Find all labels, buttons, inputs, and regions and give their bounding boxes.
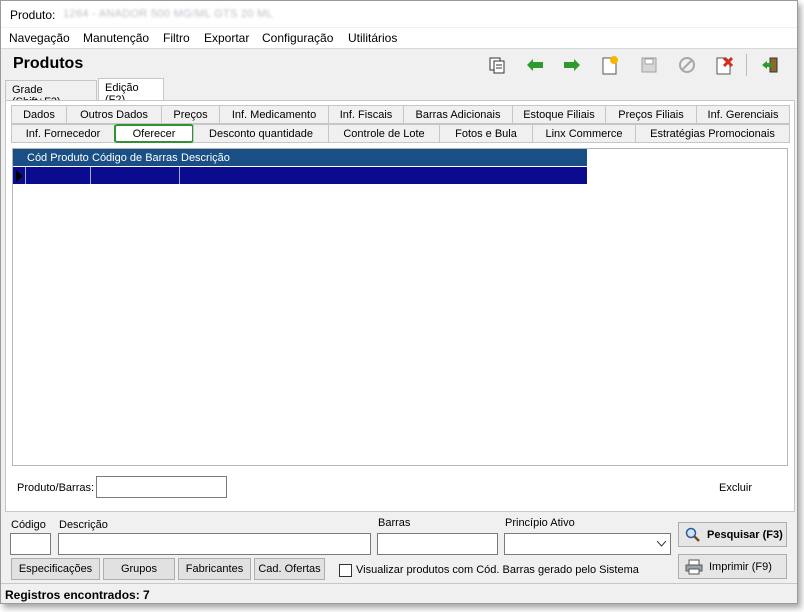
menu-exportar[interactable]: Exportar xyxy=(204,31,249,45)
toolbar-separator xyxy=(746,54,747,76)
column-header-cod-produto[interactable]: Cód Produto xyxy=(27,152,89,164)
menu-filtro[interactable]: Filtro xyxy=(163,31,190,45)
excluir-button[interactable]: Excluir xyxy=(719,482,752,494)
especificacoes-button[interactable]: Especificações xyxy=(11,558,100,580)
barcode-system-label: Visualizar produtos com Cód. Barras gera… xyxy=(356,564,639,576)
tab-inf-medicamento[interactable]: Inf. Medicamento xyxy=(219,105,329,124)
delete-icon[interactable] xyxy=(713,54,735,76)
copy-icon[interactable] xyxy=(486,54,508,76)
cell-divider xyxy=(179,167,180,184)
produto-barras-label: Produto/Barras: xyxy=(17,482,95,494)
menu-manutencao[interactable]: Manutenção xyxy=(83,31,149,45)
cancel-icon[interactable] xyxy=(676,54,698,76)
grid-header: Cód Produto Código de Barras Descrição xyxy=(13,149,587,166)
status-bar: Registros encontrados: 7 xyxy=(1,583,797,603)
pesquisar-button[interactable]: Pesquisar (F3) xyxy=(678,522,787,547)
tab-inf-gerenciais[interactable]: Inf. Gerenciais xyxy=(696,105,790,124)
tab-edicao[interactable]: Edição (F2) xyxy=(98,78,164,106)
save-icon[interactable] xyxy=(638,54,660,76)
cell-divider xyxy=(25,167,26,184)
product-label: Produto: xyxy=(10,8,56,22)
tab-estoque-filiais[interactable]: Estoque Filiais xyxy=(512,105,606,124)
codigo-label: Código xyxy=(11,519,46,531)
menu-configuracao[interactable]: Configuração xyxy=(262,31,333,45)
tab-oferecer[interactable]: Oferecer xyxy=(114,124,194,143)
printer-icon xyxy=(685,559,703,574)
page-title: Produtos xyxy=(13,55,84,72)
header-bar: Produtos xyxy=(1,48,797,79)
main-window: Produto: 1264 - ANADOR 500 MG/ML GTS 20 … xyxy=(0,0,798,604)
arrow-right-icon[interactable] xyxy=(561,54,583,76)
cell-divider xyxy=(90,167,91,184)
imprimir-label: Imprimir (F9) xyxy=(709,560,772,573)
pesquisar-label: Pesquisar (F3) xyxy=(707,528,783,541)
tab-dados[interactable]: Dados xyxy=(11,105,67,124)
tab-grade[interactable]: Grade (Shift+F3) xyxy=(5,80,97,108)
tab-inf-fornecedor[interactable]: Inf. Fornecedor xyxy=(11,124,115,143)
table-row[interactable] xyxy=(13,167,587,184)
barras-label: Barras xyxy=(378,517,411,529)
new-icon[interactable] xyxy=(599,54,621,76)
descricao-input[interactable] xyxy=(58,533,371,555)
product-value: 1264 - ANADOR 500 MG/ML GTS 20 ML xyxy=(63,8,274,20)
imprimir-button[interactable]: Imprimir (F9) xyxy=(678,554,787,579)
tab-controle-de-lote[interactable]: Controle de Lote xyxy=(328,124,440,143)
tab-precos-filiais[interactable]: Preços Filiais xyxy=(605,105,697,124)
tab-barras-adicionais[interactable]: Barras Adicionais xyxy=(403,105,513,124)
tab-inf-fiscais[interactable]: Inf. Fiscais xyxy=(328,105,404,124)
tab-fotos-e-bula[interactable]: Fotos e Bula xyxy=(439,124,533,143)
tab-outros-dados[interactable]: Outros Dados xyxy=(66,105,162,124)
title-bar: Produto: 1264 - ANADOR 500 MG/ML GTS 20 … xyxy=(1,1,797,27)
column-header-codigo-barras[interactable]: Código de Barras xyxy=(92,152,178,164)
tab-linx-commerce[interactable]: Linx Commerce xyxy=(532,124,636,143)
descricao-label: Descrição xyxy=(59,519,108,531)
menu-utilitarios[interactable]: Utilitários xyxy=(348,31,397,45)
tab-desconto-quantidade[interactable]: Desconto quantidade xyxy=(193,124,329,143)
exit-icon[interactable] xyxy=(759,54,781,76)
chevron-down-icon xyxy=(657,541,666,547)
tab-estrategias-promocionais[interactable]: Estratégias Promocionais xyxy=(635,124,790,143)
search-icon xyxy=(685,527,700,542)
arrow-left-icon[interactable] xyxy=(524,54,546,76)
barcode-system-checkbox[interactable] xyxy=(339,564,352,577)
row-indicator-icon xyxy=(16,170,23,182)
cad-ofertas-button[interactable]: Cad. Ofertas xyxy=(254,558,325,580)
tab-precos[interactable]: Preços xyxy=(161,105,220,124)
menu-navegacao[interactable]: Navegação xyxy=(9,31,70,45)
status-text: Registros encontrados: 7 xyxy=(5,588,150,602)
fabricantes-button[interactable]: Fabricantes xyxy=(178,558,251,580)
produto-barras-input[interactable] xyxy=(96,476,227,498)
barras-input[interactable] xyxy=(377,533,498,555)
offer-grid[interactable]: Cód Produto Código de Barras Descrição xyxy=(12,148,788,466)
edit-panel: Dados Outros Dados Preços Inf. Medicamen… xyxy=(5,100,795,512)
codigo-input[interactable] xyxy=(10,533,51,555)
menu-bar: Navegação Manutenção Filtro Exportar Con… xyxy=(1,28,797,48)
principio-ativo-select[interactable] xyxy=(504,533,671,555)
column-header-descricao[interactable]: Descrição xyxy=(181,152,230,164)
principio-ativo-label: Princípio Ativo xyxy=(505,517,575,529)
grupos-button[interactable]: Grupos xyxy=(103,558,175,580)
